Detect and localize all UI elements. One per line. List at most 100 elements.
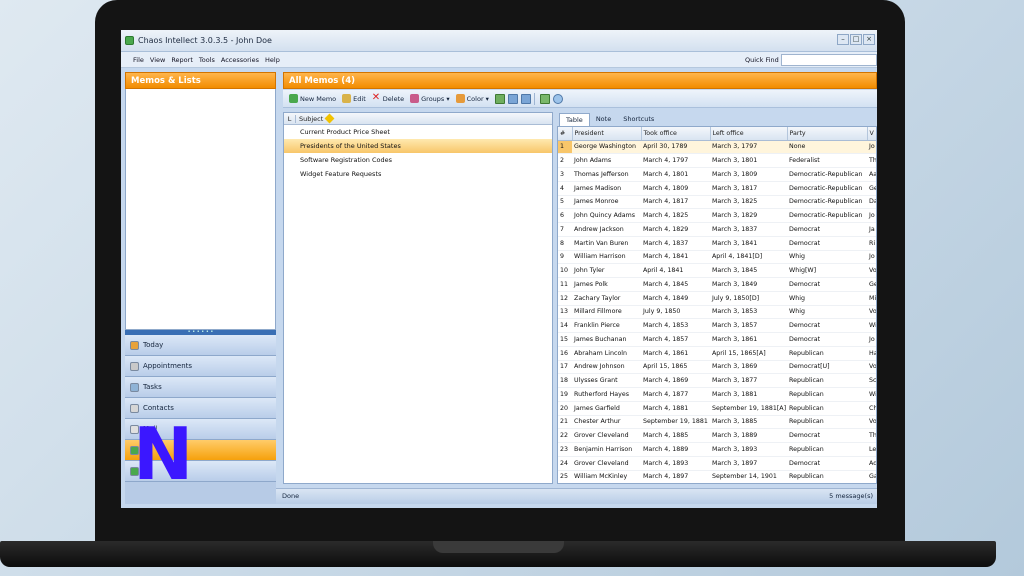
table-row[interactable]: 16 Abraham Lincoln March 4, 1861 April 15, … bbox=[558, 346, 876, 361]
groups-button[interactable]: Groups ▾ bbox=[410, 94, 450, 103]
table-cell: Millard Fillmore bbox=[572, 305, 641, 320]
export-icon[interactable] bbox=[539, 93, 550, 104]
column-header-l[interactable]: L bbox=[284, 114, 296, 123]
table-row[interactable]: 11 James Polk March 4, 1845 March 3, 1849 De… bbox=[558, 277, 876, 292]
table-row[interactable]: 24 Grover Cleveland March 4, 1893 March 3, … bbox=[558, 456, 876, 471]
settings-icon[interactable] bbox=[552, 93, 563, 104]
table-cell: Wi bbox=[867, 387, 876, 402]
table-row[interactable]: 14 Franklin Pierce March 4, 1853 March 3, 1… bbox=[558, 318, 876, 333]
table-row[interactable]: 18 Ulysses Grant March 4, 1869 March 3, 187… bbox=[558, 373, 876, 388]
close-button[interactable]: × bbox=[863, 34, 875, 45]
table-cell: April 15, 1865[A] bbox=[710, 346, 787, 361]
memo-row[interactable]: Current Product Price Sheet bbox=[284, 125, 552, 139]
details-view-icon[interactable] bbox=[507, 93, 518, 104]
menu-file[interactable]: File bbox=[133, 56, 144, 64]
table-row[interactable]: 2 John Adams March 4, 1797 March 3, 1801 Fed… bbox=[558, 153, 876, 168]
table-row[interactable]: 19 Rutherford Hayes March 4, 1877 March 3, … bbox=[558, 387, 876, 402]
column-header-v[interactable]: V bbox=[867, 127, 876, 141]
table-cell: Democrat[U] bbox=[787, 360, 867, 375]
table-row[interactable]: 12 Zachary Taylor March 4, 1849 July 9, 185… bbox=[558, 291, 876, 306]
menu-report[interactable]: Report bbox=[171, 56, 193, 64]
table-cell: Ja bbox=[867, 222, 876, 237]
table-row[interactable]: 8 Martin Van Buren March 4, 1837 March 3, 1… bbox=[558, 236, 876, 251]
table-row[interactable]: 9 William Harrison March 4, 1841 April 4, 1… bbox=[558, 250, 876, 265]
maximize-button[interactable]: □ bbox=[850, 34, 862, 45]
menu-help[interactable]: Help bbox=[265, 56, 280, 64]
table-cell: 12 bbox=[558, 291, 572, 306]
column-header-president[interactable]: President bbox=[572, 127, 642, 141]
table-row[interactable]: 21 Chester Arthur September 19, 1881 March … bbox=[558, 415, 876, 430]
table-cell: Whig bbox=[787, 305, 867, 320]
memo-row[interactable]: Software Registration Codes bbox=[284, 153, 552, 167]
table-cell: March 3, 1877 bbox=[710, 373, 787, 388]
delete-button[interactable]: ✕ Delete bbox=[372, 93, 404, 103]
table-cell: Benjamin Harrison bbox=[572, 442, 641, 457]
table-cell: 14 bbox=[558, 318, 572, 333]
table-cell: March 3, 1825 bbox=[710, 195, 787, 210]
table-cell: Democrat bbox=[787, 318, 867, 333]
table-cell: Republican bbox=[787, 346, 867, 361]
table-row[interactable]: 13 Millard Fillmore July 9, 1850 March 3, 1… bbox=[558, 305, 876, 320]
tab-table[interactable]: Table bbox=[559, 113, 590, 126]
nav-label: Tasks bbox=[143, 383, 162, 391]
menu-view[interactable]: View bbox=[150, 56, 165, 64]
status-messages[interactable]: 5 message(s) bbox=[829, 489, 873, 504]
table-row[interactable]: 25 William McKinley March 4, 1897 September… bbox=[558, 470, 876, 483]
nav-appointments[interactable]: Appointments bbox=[125, 356, 276, 377]
table-row[interactable]: 7 Andrew Jackson March 4, 1829 March 3, 183… bbox=[558, 222, 876, 237]
table-cell: March 3, 1809 bbox=[710, 167, 787, 182]
sort-indicator-icon bbox=[324, 113, 335, 124]
table-cell: Ulysses Grant bbox=[572, 373, 641, 388]
tab-shortcuts[interactable]: Shortcuts bbox=[617, 113, 660, 126]
minimize-button[interactable]: – bbox=[837, 34, 849, 45]
table-row[interactable]: 17 Andrew Johnson April 15, 1865 March 3, 1… bbox=[558, 360, 876, 375]
column-header-party[interactable]: Party bbox=[787, 127, 868, 141]
memo-subject-list: L Subject Current Product Price Sheet Pr… bbox=[283, 112, 553, 484]
today-icon bbox=[130, 340, 139, 350]
table-row[interactable]: 1 George Washington April 30, 1789 March 3,… bbox=[558, 140, 876, 155]
menu-accessories[interactable]: Accessories bbox=[221, 56, 259, 64]
table-cell: March 3, 1841 bbox=[710, 236, 787, 251]
memo-row-selected[interactable]: Presidents of the United States bbox=[284, 139, 552, 153]
quick-find-input[interactable] bbox=[781, 54, 877, 66]
table-cell: 25 bbox=[558, 470, 572, 483]
color-button[interactable]: Color ▾ bbox=[455, 94, 489, 103]
table-cell: March 4, 1809 bbox=[641, 181, 710, 196]
table-cell: 13 bbox=[558, 305, 572, 320]
table-cell: April 4, 1841[D] bbox=[710, 250, 787, 265]
table-row[interactable]: 15 James Buchanan March 4, 1857 March 3, 18… bbox=[558, 332, 876, 347]
table-row[interactable]: 10 John Tyler April 4, 1841 March 3, 1845 Wh… bbox=[558, 263, 876, 278]
tab-note[interactable]: Note bbox=[590, 113, 617, 126]
column-header-number[interactable]: # bbox=[558, 127, 573, 141]
menu-bar: File View Report Tools Accessories Help … bbox=[121, 52, 877, 68]
table-cell: 8 bbox=[558, 236, 572, 251]
edit-button[interactable]: Edit bbox=[342, 94, 366, 103]
memo-row[interactable]: Widget Feature Requests bbox=[284, 167, 552, 181]
column-header-subject[interactable]: Subject bbox=[296, 113, 335, 124]
column-header-took-office[interactable]: Took office bbox=[641, 127, 711, 141]
table-row[interactable]: 20 James Garfield March 4, 1881 September 1… bbox=[558, 401, 876, 416]
table-cell: March 3, 1857 bbox=[710, 318, 787, 333]
memo-lists-tree[interactable] bbox=[125, 89, 276, 330]
table-cell: 10 bbox=[558, 263, 572, 278]
grid-view-icon[interactable] bbox=[520, 93, 531, 104]
table-row[interactable]: 5 James Monroe March 4, 1817 March 3, 1825 D… bbox=[558, 195, 876, 210]
nav-tasks[interactable]: Tasks bbox=[125, 377, 276, 398]
table-row[interactable]: 22 Grover Cleveland March 4, 1885 March 3, … bbox=[558, 428, 876, 443]
nav-today[interactable]: Today bbox=[125, 335, 276, 356]
table-cell: 6 bbox=[558, 208, 572, 223]
table-row[interactable]: 4 James Madison March 4, 1809 March 3, 1817… bbox=[558, 181, 876, 196]
app-icon bbox=[125, 36, 134, 45]
new-memo-button[interactable]: New Memo bbox=[289, 94, 336, 103]
edit-icon bbox=[342, 94, 352, 103]
table-row[interactable]: 23 Benjamin Harrison March 4, 1889 March 3,… bbox=[558, 442, 876, 457]
column-header-left-office[interactable]: Left office bbox=[710, 127, 788, 141]
table-row[interactable]: 6 John Quincy Adams March 4, 1825 March 3, … bbox=[558, 208, 876, 223]
table-cell: Democratic-Republican bbox=[787, 167, 867, 182]
menu-tools[interactable]: Tools bbox=[199, 56, 215, 64]
list-view-icon[interactable] bbox=[494, 93, 505, 104]
table-row[interactable]: 3 Thomas Jefferson March 4, 1801 March 3, 1… bbox=[558, 167, 876, 182]
table-cell: March 4, 1881 bbox=[641, 401, 710, 416]
table-cell: 9 bbox=[558, 250, 572, 265]
window-title: Chaos Intellect 3.0.3.5 - John Doe bbox=[138, 36, 272, 45]
